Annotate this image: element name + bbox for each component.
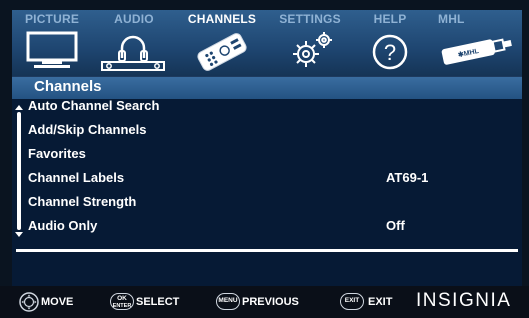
menu-item-add-skip-channels[interactable]: Add/Skip Channels: [28, 122, 508, 144]
svg-text:?: ?: [384, 40, 396, 65]
brand-logo: INSIGNIA: [416, 290, 512, 311]
tab-mhl[interactable]: MHL ✱MHL: [428, 10, 520, 76]
menu-item-audio-only[interactable]: Audio Only Off: [28, 218, 508, 240]
menu-item-auto-channel-search[interactable]: Auto Channel Search: [28, 98, 508, 120]
menu-item-label: Add/Skip Channels: [28, 122, 147, 137]
gears-icon: [293, 32, 332, 67]
tab-channels[interactable]: CHANNELS: [178, 10, 266, 76]
scroll-up-arrow-icon[interactable]: [15, 105, 23, 110]
tab-mhl-label: MHL: [438, 12, 465, 26]
tab-audio[interactable]: AUDIO: [94, 10, 174, 76]
hint-move-label: MOVE: [41, 296, 74, 308]
menu-item-channel-labels[interactable]: Channel Labels AT69-1: [28, 170, 508, 192]
ok-enter-button-icon: OK ENTER: [110, 293, 134, 310]
menu-item-value: Off: [386, 218, 405, 233]
tab-audio-label: AUDIO: [114, 12, 154, 26]
scrollbar[interactable]: [17, 112, 21, 230]
menu-item-favorites[interactable]: Favorites: [28, 146, 508, 168]
menu-item-label: Audio Only: [28, 218, 98, 233]
menu-item-label: Channel Labels: [28, 170, 125, 185]
menu-item-label: Favorites: [28, 146, 86, 161]
hint-exit: EXIT EXIT: [340, 292, 410, 312]
tab-settings[interactable]: SETTINGS: [270, 10, 350, 76]
page-title: Channels: [34, 78, 102, 95]
question-icon: ?: [372, 34, 408, 70]
tab-picture[interactable]: PICTURE: [12, 10, 92, 76]
headphones-icon: [101, 35, 165, 71]
panel-title-bar: Channels: [12, 77, 522, 99]
hint-exit-label: EXIT: [368, 296, 393, 308]
hint-select: OK ENTER SELECT: [110, 292, 190, 312]
tab-picture-label: PICTURE: [24, 12, 80, 26]
menu-item-value: AT69-1: [386, 170, 429, 185]
tv-menu-frame: PICTURE AUDIO CHANNELS SETTINGS HELP ? M…: [0, 0, 529, 318]
tv-icon: [26, 31, 78, 68]
remote-icon: [197, 33, 247, 71]
tab-help-label: HELP: [373, 12, 407, 26]
hint-previous-label: PREVIOUS: [242, 296, 299, 308]
hint-move: MOVE: [18, 292, 88, 312]
scroll-down-arrow-icon[interactable]: [15, 232, 23, 237]
divider: [16, 249, 518, 252]
tab-help[interactable]: HELP ?: [354, 10, 426, 76]
menu-button-icon: MENU: [216, 293, 240, 310]
hint-select-label: SELECT: [136, 296, 180, 308]
tab-bar: PICTURE AUDIO CHANNELS SETTINGS HELP ? M…: [12, 10, 522, 76]
tab-channels-label: CHANNELS: [187, 12, 257, 26]
exit-button-icon: EXIT: [340, 293, 364, 310]
menu-item-label: Auto Channel Search: [28, 98, 160, 113]
dpad-icon: [19, 292, 39, 312]
mhl-cable-icon: ✱MHL: [441, 38, 512, 65]
hint-previous: MENU PREVIOUS: [216, 292, 316, 312]
channels-menu-panel: Channels Auto Channel Search Add/Skip Ch…: [12, 76, 522, 287]
menu-item-label: Channel Strength: [28, 194, 137, 209]
tab-settings-label: SETTINGS: [279, 12, 341, 26]
menu-item-channel-strength[interactable]: Channel Strength: [28, 194, 508, 216]
